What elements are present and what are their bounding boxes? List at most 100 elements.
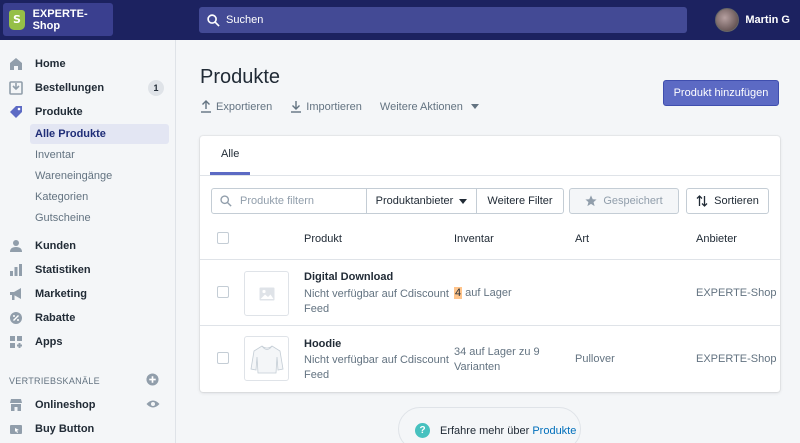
inventory-count-highlight: 4 [454, 287, 463, 299]
more-actions-dropdown[interactable]: Weitere Aktionen [380, 100, 479, 113]
page-actions: Exportieren Importieren Weitere Aktionen [200, 100, 479, 113]
saved-label: Gespeichert [603, 195, 663, 207]
saved-search-button[interactable]: Gespeichert [569, 188, 679, 214]
product-type: Pullover [575, 353, 615, 365]
bar-chart-icon [9, 263, 23, 277]
sidebar-item-home[interactable]: Home [0, 53, 176, 75]
vendor-filter-dropdown[interactable]: Produktanbieter [366, 188, 477, 214]
buy-button-icon [9, 422, 23, 436]
sidebar-item-label: Onlineshop [35, 399, 96, 411]
column-header-art[interactable]: Art [575, 233, 589, 245]
tag-icon [9, 105, 23, 119]
row-checkbox[interactable] [217, 286, 229, 298]
row-divider [200, 325, 780, 326]
import-button[interactable]: Importieren [290, 100, 362, 113]
sidebar-item-label: Buy Button [35, 423, 95, 435]
product-filter-input[interactable]: Produkte filtern [211, 188, 367, 214]
more-filters-button[interactable]: Weitere Filter [476, 188, 564, 214]
shop-switcher[interactable]: EXPERTE-Shop [3, 3, 113, 36]
sidebar-subitem-wareneingaenge[interactable]: Wareneingänge [30, 166, 169, 186]
export-button[interactable]: Exportieren [200, 100, 272, 113]
vendor-filter-label: Produktanbieter [375, 195, 454, 207]
product-availability-note: Nicht verfügbar auf Cdiscount Feed [304, 288, 449, 315]
sidebar-item-apps[interactable]: Apps [0, 331, 176, 353]
product-name-link[interactable]: Hoodie [304, 338, 341, 350]
product-availability-note: Nicht verfügbar auf Cdiscount Feed [304, 354, 449, 381]
page-title: Produkte [200, 66, 281, 88]
sidebar: Home Bestellungen 1 Produkte Alle Produk… [0, 40, 176, 443]
filter-placeholder: Produkte filtern [240, 195, 314, 207]
caret-down-icon [459, 198, 468, 204]
help-text: Erfahre mehr über Produkte [440, 425, 576, 437]
products-card: Alle Produkte filtern Produktanbieter We… [200, 136, 780, 392]
filter-bar: Produkte filtern Produktanbieter Weitere… [211, 188, 769, 214]
product-name-link[interactable]: Digital Download [304, 271, 393, 283]
tab-divider [200, 175, 780, 176]
import-icon [291, 101, 302, 113]
sort-button[interactable]: Sortieren [686, 188, 769, 214]
view-store-eye-icon[interactable] [146, 399, 160, 412]
sidebar-item-label: Marketing [35, 288, 87, 300]
sidebar-item-statistiken[interactable]: Statistiken [0, 259, 176, 281]
store-icon [9, 398, 23, 412]
caret-down-icon [470, 104, 479, 109]
shop-name: EXPERTE-Shop [32, 7, 88, 32]
help-link-produkte[interactable]: Produkte [532, 425, 576, 437]
image-placeholder-icon [259, 287, 274, 300]
import-label: Importieren [306, 100, 362, 113]
sidebar-item-label: Rabatte [35, 312, 76, 324]
sidebar-item-rabatte[interactable]: Rabatte [0, 307, 176, 329]
row-divider [200, 259, 780, 260]
top-bar: EXPERTE-Shop Suchen Martin G [0, 0, 800, 40]
help-prefix: Erfahre mehr über [440, 425, 533, 437]
column-header-inventar[interactable]: Inventar [454, 233, 494, 245]
sidebar-item-marketing[interactable]: Marketing [0, 283, 176, 305]
row-checkbox[interactable] [217, 352, 229, 364]
sidebar-item-label: Produkte [35, 106, 83, 118]
sidebar-subitem-gutscheine[interactable]: Gutscheine [30, 208, 169, 228]
search-icon [207, 13, 220, 27]
sidebar-item-label: Bestellungen [35, 82, 105, 94]
megaphone-icon [9, 287, 23, 301]
sidebar-item-buy-button[interactable]: Buy Button [0, 418, 176, 440]
search-input[interactable]: Suchen [199, 7, 687, 33]
orders-icon [9, 81, 23, 95]
add-channel-icon[interactable] [146, 373, 159, 389]
tab-alle[interactable]: Alle [210, 136, 251, 175]
export-label: Exportieren [216, 100, 273, 113]
search-icon [220, 195, 232, 207]
select-all-checkbox[interactable] [217, 232, 229, 244]
sidebar-subitem-inventar[interactable]: Inventar [30, 145, 169, 165]
shopify-logo-icon [9, 9, 25, 30]
star-icon [585, 195, 597, 207]
column-header-anbieter[interactable]: Anbieter [696, 233, 737, 245]
product-inventory: 4 auf Lager [454, 286, 554, 301]
sidebar-item-label: Kunden [35, 240, 76, 252]
sales-channels-heading: VERTRIEBSKANÄLE [9, 376, 100, 386]
sort-icon [696, 195, 708, 207]
apps-icon [9, 335, 23, 349]
sidebar-subitem-alle-produkte[interactable]: Alle Produkte [30, 124, 169, 144]
sidebar-item-kunden[interactable]: Kunden [0, 235, 176, 257]
user-menu[interactable]: Martin G [715, 8, 790, 32]
more-actions-label: Weitere Aktionen [379, 100, 463, 113]
sidebar-subitem-kategorien[interactable]: Kategorien [30, 187, 169, 207]
product-thumbnail[interactable] [244, 271, 289, 316]
search-placeholder: Suchen [226, 14, 264, 26]
sidebar-item-bestellungen[interactable]: Bestellungen 1 [0, 77, 176, 99]
orders-count-badge: 1 [148, 80, 164, 96]
product-vendor: EXPERTE-Shop [696, 353, 777, 365]
home-icon [9, 57, 23, 71]
sort-label: Sortieren [714, 195, 759, 207]
sidebar-item-label: Home [35, 58, 66, 70]
export-icon [201, 100, 211, 113]
question-icon: ? [415, 423, 430, 438]
product-thumbnail[interactable] [244, 336, 289, 381]
sidebar-item-produkte[interactable]: Produkte [0, 101, 176, 123]
product-inventory: 34 auf Lager zu 9 Varianten [454, 346, 540, 373]
customers-icon [9, 239, 23, 253]
add-product-button[interactable]: Produkt hinzufügen [663, 80, 779, 106]
user-name: Martin G [745, 14, 790, 26]
column-header-produkt[interactable]: Produkt [304, 233, 342, 245]
help-footer: ? Erfahre mehr über Produkte [398, 407, 581, 443]
